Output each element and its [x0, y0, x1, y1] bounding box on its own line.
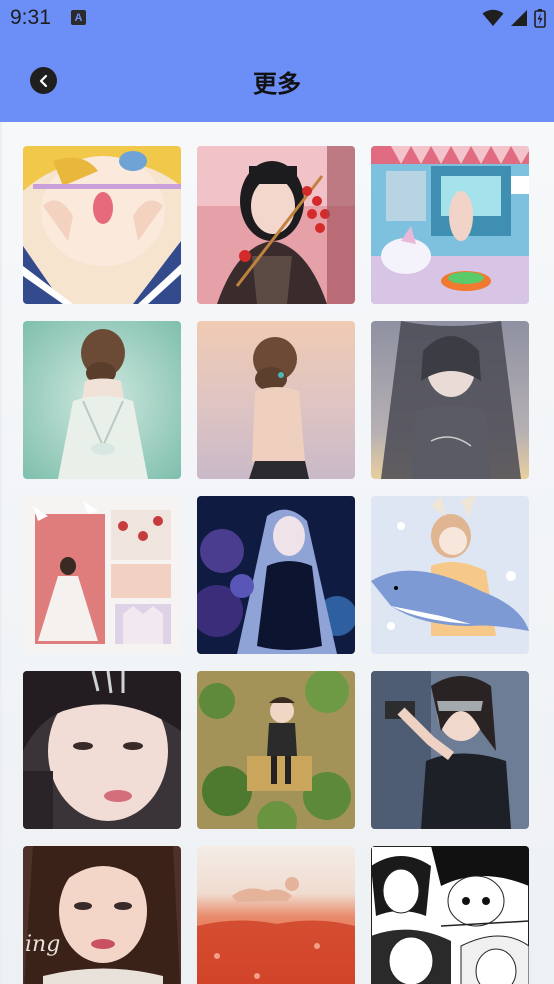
gallery-image [23, 146, 181, 304]
signal-icon [511, 10, 527, 26]
gallery-item[interactable] [197, 846, 355, 984]
gallery-image [23, 671, 181, 829]
gallery-item[interactable] [197, 496, 355, 654]
image-grid: ing [23, 146, 529, 984]
gallery-container: ing [2, 122, 554, 984]
gallery-item[interactable] [197, 146, 355, 304]
gallery-image [371, 496, 529, 654]
battery-icon [534, 9, 546, 28]
gallery-image [371, 321, 529, 479]
gallery-image [371, 846, 529, 984]
gallery-image: ing [23, 846, 181, 984]
gallery-item[interactable] [371, 146, 529, 304]
gallery-item[interactable] [371, 671, 529, 829]
gallery-item[interactable] [371, 846, 529, 984]
gallery-item[interactable] [23, 671, 181, 829]
gallery-image [197, 321, 355, 479]
status-time: 9:31 [10, 6, 51, 29]
notification-a-icon: A [71, 10, 86, 25]
page-title: 更多 [253, 70, 301, 98]
gallery-image [23, 321, 181, 479]
gallery-image [371, 146, 529, 304]
gallery-image [23, 496, 181, 654]
status-icons [482, 8, 546, 28]
gallery-item[interactable]: ing [23, 846, 181, 984]
overlay-text: ing [25, 932, 60, 957]
gallery-image [197, 146, 355, 304]
status-bar: 9:31 A [0, 0, 554, 40]
gallery-item[interactable] [23, 146, 181, 304]
gallery-item[interactable] [23, 321, 181, 479]
gallery-image [197, 496, 355, 654]
gallery-item[interactable] [371, 321, 529, 479]
gallery-item[interactable] [197, 671, 355, 829]
gallery-image [197, 671, 355, 829]
gallery-image [371, 671, 529, 829]
wifi-icon [482, 9, 504, 26]
app-bar: 更多 [0, 40, 554, 122]
gallery-image [197, 846, 355, 984]
gallery-item[interactable] [197, 321, 355, 479]
gallery-item[interactable] [371, 496, 529, 654]
gallery-item[interactable] [23, 496, 181, 654]
